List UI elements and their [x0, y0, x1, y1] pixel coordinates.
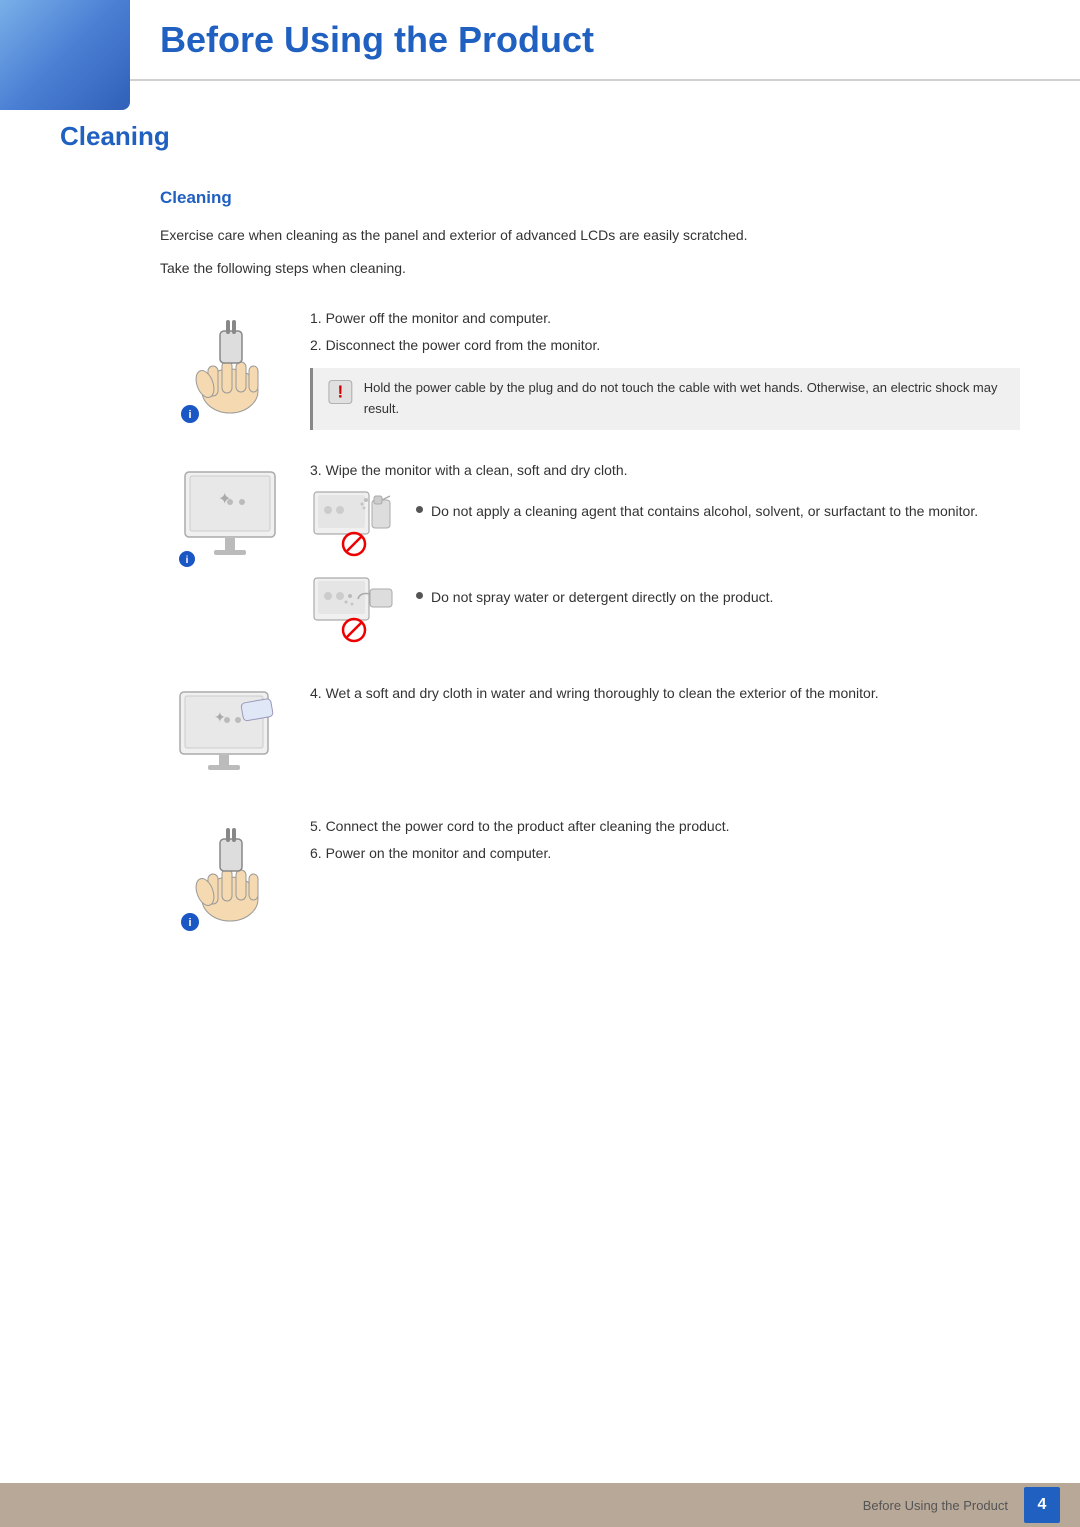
svg-text:i: i	[186, 555, 189, 566]
page-footer: Before Using the Product 4	[0, 1483, 1080, 1527]
step-4-image: ✦	[160, 682, 310, 792]
bullet-dot-1	[416, 506, 423, 513]
step-3-content: 3. Wipe the monitor with a clean, soft a…	[310, 462, 1020, 660]
step-1-text: 1. Power off the monitor and computer.	[310, 306, 1020, 331]
step-5-text: 5. Connect the power cord to the product…	[310, 814, 1020, 839]
spray-image	[310, 574, 400, 648]
bullet-dot-2	[416, 592, 423, 599]
bullet-list-2: Do not spray water or detergent directly…	[416, 586, 1020, 608]
monitor-illustration: ✦ i	[170, 462, 300, 572]
sub-content-1: Do not apply a cleaning agent that conta…	[416, 488, 1020, 528]
warning-icon: !	[327, 378, 354, 406]
step-1-2-content: 1. Power off the monitor and computer. 2…	[310, 306, 1020, 440]
cleaning-subsection: Cleaning Exercise care when cleaning as …	[160, 188, 1020, 934]
svg-text:!: !	[338, 382, 344, 402]
sub-heading: Cleaning	[160, 188, 1020, 208]
step-2-text: 2. Disconnect the power cord from the mo…	[310, 333, 1020, 358]
step-4-text: 4. Wet a soft and dry cloth in water and…	[310, 682, 1020, 706]
cleaning-agent-image	[310, 488, 400, 562]
sub-content-2: Do not spray water or detergent directly…	[416, 574, 1020, 614]
warning-box: ! Hold the power cable by the plug and d…	[310, 368, 1020, 430]
step-3-text: 3. Wipe the monitor with a clean, soft a…	[310, 462, 1020, 478]
step-5-6-list: 5. Connect the power cord to the product…	[310, 814, 1020, 866]
page-header: Before Using the Product	[0, 0, 1080, 81]
warning-text: Hold the power cable by the plug and do …	[364, 378, 1006, 420]
page-title: Before Using the Product	[160, 18, 1080, 61]
no-cleaning-agent-illustration	[310, 488, 398, 558]
wiping-illustration: ✦	[170, 682, 300, 792]
step-3-row: ✦ i 3. Wipe the monitor with a clean, so…	[160, 462, 1020, 660]
bullet-2: Do not spray water or detergent directly…	[416, 586, 1020, 608]
header-accent-block	[0, 0, 130, 110]
footer-text: Before Using the Product	[863, 1498, 1008, 1513]
step-5-image: i	[160, 814, 310, 934]
sub-row-1: Do not apply a cleaning agent that conta…	[310, 488, 1020, 562]
unplug-illustration: i	[170, 306, 300, 426]
step-4-content: 4. Wet a soft and dry cloth in water and…	[310, 682, 1020, 706]
step-1-2-list: 1. Power off the monitor and computer. 2…	[310, 306, 1020, 358]
step-4-row: ✦ 4. Wet a soft and dry cloth in water a…	[160, 682, 1020, 792]
section-heading: Cleaning	[60, 121, 1020, 158]
intro-text-2: Take the following steps when cleaning.	[160, 257, 1020, 279]
step-5-6-row: i 5. Connect the power cord to the produ…	[160, 814, 1020, 934]
svg-text:✦: ✦	[214, 709, 226, 725]
no-spray-illustration	[310, 574, 398, 644]
step-1-2-row: i 1. Power off the monitor and computer.…	[160, 306, 1020, 440]
sub-row-2: Do not spray water or detergent directly…	[310, 574, 1020, 648]
main-content: Cleaning Cleaning Exercise care when cle…	[0, 81, 1080, 1016]
step-1-image: i	[160, 306, 310, 426]
intro-text-1: Exercise care when cleaning as the panel…	[160, 224, 1020, 246]
bullet-list-1: Do not apply a cleaning agent that conta…	[416, 500, 1020, 522]
plug-illustration: i	[170, 814, 300, 934]
svg-text:i: i	[188, 409, 191, 421]
bullet-1: Do not apply a cleaning agent that conta…	[416, 500, 1020, 522]
step-3-image: ✦ i	[160, 462, 310, 572]
svg-text:i: i	[188, 917, 191, 929]
step-5-6-content: 5. Connect the power cord to the product…	[310, 814, 1020, 868]
page-number: 4	[1024, 1487, 1060, 1523]
step-6-text: 6. Power on the monitor and computer.	[310, 841, 1020, 866]
